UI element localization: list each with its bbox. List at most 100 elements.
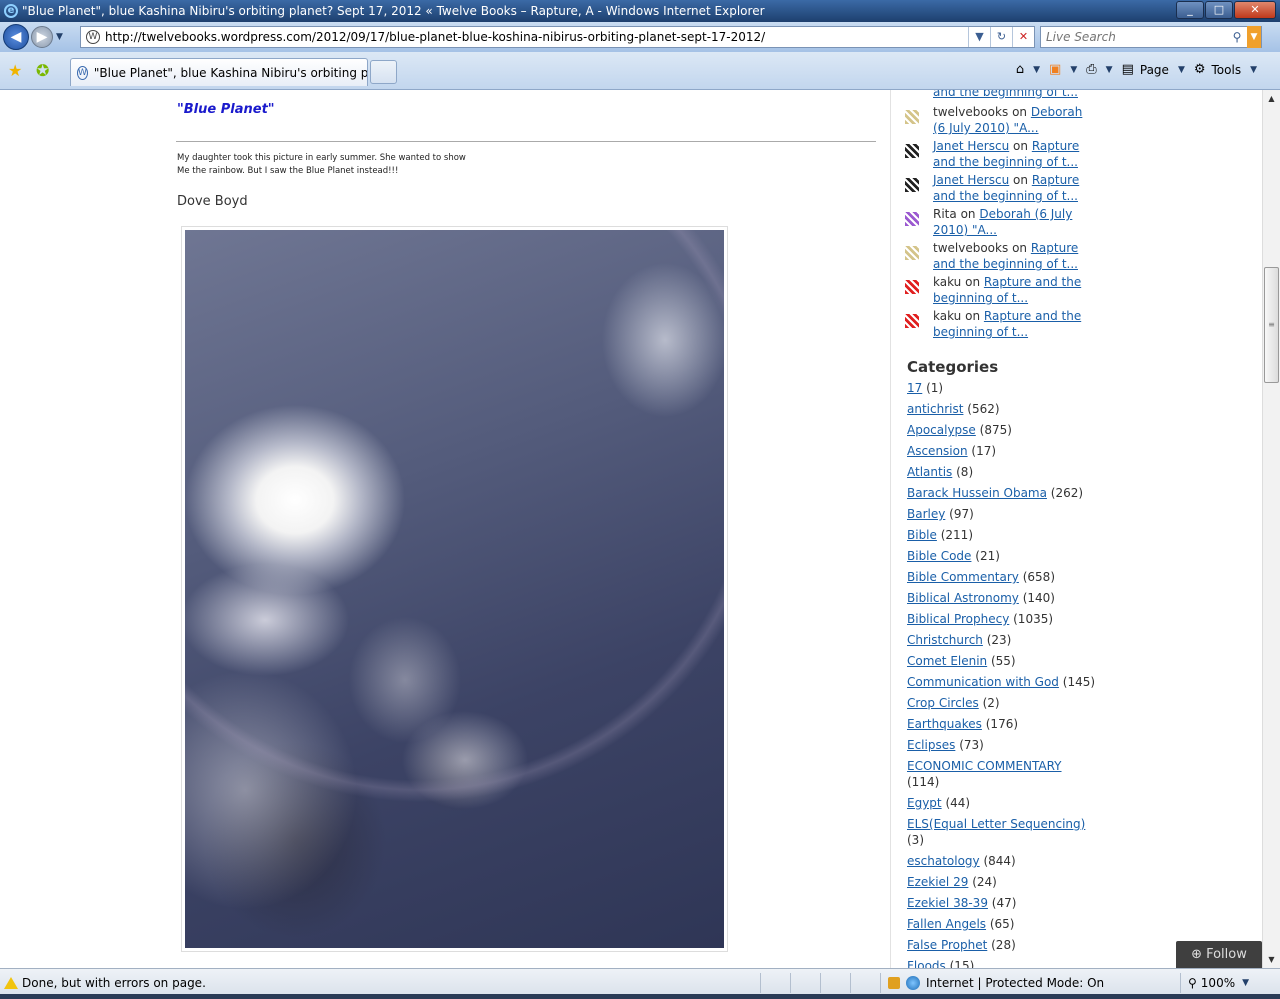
tab-active[interactable]: W "Blue Planet", blue Kashina Nibiru's o…: [70, 58, 368, 86]
category-link[interactable]: 17: [907, 381, 922, 395]
add-favorites-icon[interactable]: ✪: [36, 61, 49, 80]
favorites-star-icon[interactable]: ★: [8, 61, 22, 80]
category-link[interactable]: Bible Code: [907, 549, 971, 563]
category-link[interactable]: antichrist: [907, 402, 963, 416]
comment-author: Rita: [933, 207, 957, 221]
zoom-control[interactable]: ⚲ 100% ▼: [1188, 976, 1252, 990]
category-count: (23): [986, 633, 1012, 647]
category-link[interactable]: Atlantis: [907, 465, 952, 479]
category-item: Biblical Astronomy (140): [907, 590, 1097, 606]
category-count: (875): [979, 423, 1012, 437]
category-link[interactable]: Fallen Angels: [907, 917, 986, 931]
category-link[interactable]: Crop Circles: [907, 696, 979, 710]
category-count: (97): [949, 507, 974, 521]
stop-icon[interactable]: ✕: [1012, 27, 1034, 47]
comment-author: twelvebooks: [933, 105, 1009, 119]
search-input[interactable]: [1041, 30, 1227, 44]
address-bar[interactable]: W http://twelvebooks.wordpress.com/2012/…: [80, 26, 1035, 48]
comment-post-link[interactable]: and the beginning of t...: [933, 90, 1078, 99]
category-link[interactable]: Communication with God: [907, 675, 1059, 689]
category-link[interactable]: eschatology: [907, 854, 980, 868]
category-link[interactable]: ECONOMIC COMMENTARY: [907, 759, 1062, 773]
maximize-button[interactable]: □: [1205, 1, 1233, 19]
category-link[interactable]: Bible Commentary: [907, 570, 1019, 584]
scroll-thumb[interactable]: ≡: [1264, 267, 1279, 383]
close-button[interactable]: ✕: [1234, 1, 1276, 19]
category-item: ELS(Equal Letter Sequencing) (3): [907, 816, 1097, 848]
rss-feed-icon[interactable]: ▣: [1049, 62, 1061, 77]
tools-menu[interactable]: Tools: [1212, 63, 1242, 77]
category-count: (2): [982, 696, 1000, 710]
print-icon[interactable]: ⎙: [1086, 62, 1096, 77]
home-icon[interactable]: ⌂: [1016, 62, 1024, 77]
avatar[interactable]: [905, 314, 919, 328]
zoom-level: 100%: [1200, 976, 1236, 990]
category-item: False Prophet (28): [907, 937, 1097, 953]
category-link[interactable]: Comet Elenin: [907, 654, 987, 668]
category-count: (114): [907, 775, 940, 789]
forward-button[interactable]: ▶: [31, 26, 53, 48]
category-link[interactable]: Barack Hussein Obama: [907, 486, 1047, 500]
url-text[interactable]: http://twelvebooks.wordpress.com/2012/09…: [105, 30, 968, 44]
scroll-down-icon[interactable]: ▼: [1263, 951, 1280, 968]
comment-on-label: on: [960, 207, 976, 221]
category-count: (8): [956, 465, 974, 479]
category-item: Ezekiel 29 (24): [907, 874, 1097, 890]
category-item: Bible Code (21): [907, 548, 1097, 564]
recent-comment-item: twelvebooks on Deborah (6 July 2010) "A.…: [905, 104, 1097, 136]
search-box[interactable]: ⚲ ▼: [1040, 26, 1262, 48]
security-zone[interactable]: Internet | Protected Mode: On: [888, 976, 1104, 990]
category-link[interactable]: Barley: [907, 507, 945, 521]
category-link[interactable]: Floods: [907, 959, 946, 968]
category-link[interactable]: Biblical Prophecy: [907, 612, 1009, 626]
page-menu[interactable]: Page: [1140, 63, 1169, 77]
category-link[interactable]: Bible: [907, 528, 937, 542]
category-count: (844): [983, 854, 1016, 868]
new-tab-button[interactable]: [370, 60, 397, 84]
comment-author[interactable]: Janet Herscu: [933, 139, 1009, 153]
divider: [176, 141, 876, 142]
avatar[interactable]: [905, 246, 919, 260]
search-dropdown-icon[interactable]: ▼: [1247, 26, 1261, 48]
categories-list: 17 (1) antichrist (562) Apocalypse (875) As…: [907, 380, 1097, 968]
back-button[interactable]: ◀: [3, 24, 29, 50]
search-icon[interactable]: ⚲: [1227, 30, 1247, 44]
category-link[interactable]: Apocalypse: [907, 423, 976, 437]
category-count: (28): [991, 938, 1016, 952]
category-item: Biblical Prophecy (1035): [907, 611, 1097, 627]
address-dropdown-icon[interactable]: ▼: [968, 27, 990, 47]
recent-comment-text: twelvebooks on Rapture and the beginning…: [933, 240, 1097, 272]
category-link[interactable]: Earthquakes: [907, 717, 982, 731]
comment-author[interactable]: Janet Herscu: [933, 173, 1009, 187]
category-link[interactable]: Egypt: [907, 796, 942, 810]
vertical-scrollbar[interactable]: ▲ ≡ ▼: [1262, 90, 1280, 968]
category-link[interactable]: Ezekiel 29: [907, 875, 968, 889]
avatar[interactable]: [905, 280, 919, 294]
zoom-dropdown-icon[interactable]: ▼: [1242, 978, 1249, 988]
avatar[interactable]: [905, 110, 919, 124]
refresh-icon[interactable]: ↻: [990, 27, 1012, 47]
category-item: Communication with God (145): [907, 674, 1097, 690]
category-link[interactable]: Christchurch: [907, 633, 983, 647]
avatar[interactable]: [905, 178, 919, 192]
category-link[interactable]: Ezekiel 38-39: [907, 896, 988, 910]
comment-author: kaku: [933, 275, 962, 289]
scroll-up-icon[interactable]: ▲: [1263, 90, 1280, 107]
wordpress-favicon-icon: W: [77, 65, 88, 80]
category-link[interactable]: False Prophet: [907, 938, 987, 952]
category-link[interactable]: Eclipses: [907, 738, 955, 752]
category-item: Egypt (44): [907, 795, 1097, 811]
zoom-icon: ⚲: [1188, 976, 1197, 990]
history-dropdown-icon[interactable]: ▼: [56, 32, 63, 42]
avatar[interactable]: [905, 212, 919, 226]
wordpress-favicon-icon: W: [86, 30, 100, 44]
recent-comment-item: twelvebooks on Rapture and the beginning…: [905, 240, 1097, 272]
category-link[interactable]: Ascension: [907, 444, 968, 458]
minimize-button[interactable]: _: [1176, 1, 1204, 19]
avatar[interactable]: [905, 144, 919, 158]
follow-button[interactable]: ⊕ Follow: [1176, 941, 1262, 968]
category-link[interactable]: ELS(Equal Letter Sequencing): [907, 817, 1085, 831]
category-link[interactable]: Biblical Astronomy: [907, 591, 1019, 605]
warning-icon[interactable]: [4, 977, 18, 989]
recent-comment-text: twelvebooks on Deborah (6 July 2010) "A.…: [933, 104, 1097, 136]
